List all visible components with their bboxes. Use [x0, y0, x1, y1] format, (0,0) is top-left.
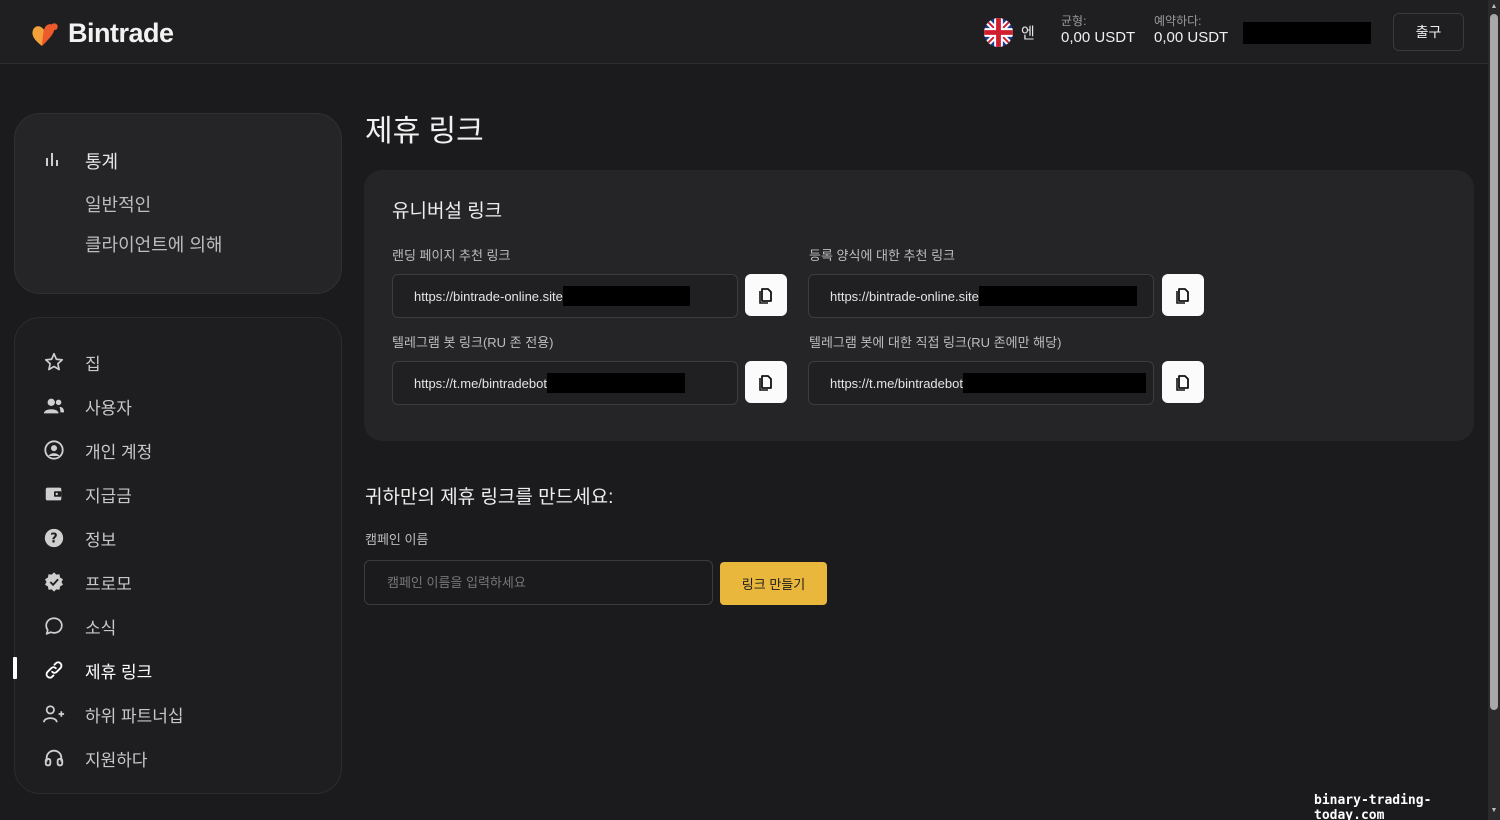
link-text: https://bintrade-online.site: [830, 288, 979, 304]
sidebar-item-label: 지급금: [85, 486, 132, 506]
sidebar-item-promo[interactable]: 프로모: [41, 569, 132, 595]
copy-icon: [759, 288, 772, 304]
navigation-card: 집 사용자 개인 계정 지급금 ? 정보 프로모 소식 제휴 링크 하위 파트너…: [14, 317, 342, 794]
page-title: 제휴 링크: [365, 115, 484, 148]
universal-links-title: 유니버설 링크: [392, 201, 503, 222]
logo[interactable]: Bintrade: [30, 18, 174, 49]
sidebar-item-label: 집: [85, 354, 101, 374]
registration-link-field[interactable]: https://bintrade-online.site: [808, 274, 1154, 318]
redacted-value: [962, 373, 1146, 393]
copy-icon: [1176, 375, 1189, 391]
sidebar-item-label: 소식: [85, 618, 117, 638]
link-text: https://t.me/bintradebot: [830, 375, 963, 391]
bar-chart-icon: [43, 150, 61, 173]
sidebar-item-label: 지원하다: [85, 750, 148, 770]
redacted-value: [546, 373, 685, 393]
badge-check-icon: [41, 571, 67, 593]
redacted-account: [1243, 22, 1371, 44]
copy-button[interactable]: [1162, 361, 1204, 403]
user-circle-icon: [41, 439, 67, 461]
registration-link-label: 등록 양식에 대한 추천 링크: [809, 248, 956, 263]
sidebar-item-info[interactable]: ? 정보: [41, 525, 116, 551]
copy-button[interactable]: [1162, 274, 1204, 316]
campaign-name-input[interactable]: [364, 560, 713, 605]
reserve: 예약하다: 0,00 USDT: [1154, 14, 1228, 48]
active-indicator: [13, 657, 17, 679]
star-icon: [41, 351, 67, 373]
sidebar-item-sub-partnership[interactable]: 하위 파트너십: [41, 701, 184, 727]
sidebar-item-payouts[interactable]: 지급금: [41, 481, 132, 507]
logout-button[interactable]: 출구: [1393, 13, 1464, 51]
chat-bubble-icon: [41, 615, 67, 637]
help-icon: ?: [41, 527, 67, 549]
universal-links-panel: 유니버설 링크 랜딩 페이지 추천 링크 https://bintrade-on…: [364, 170, 1474, 441]
sidebar-item-label: 제휴 링크: [85, 662, 153, 682]
sidebar-item-label: 하위 파트너십: [85, 706, 184, 726]
top-header: Bintrade 엔 균형: 0,00 USDT 예약하다: 0,00 USDT…: [0, 0, 1488, 64]
wallet-icon: [41, 483, 67, 505]
link-text: https://t.me/bintradebot: [414, 375, 547, 391]
redacted-value: [562, 286, 690, 306]
balance: 균형: 0,00 USDT: [1061, 14, 1135, 48]
sidebar-item-label: 프로모: [85, 574, 132, 594]
sidebar-item-account[interactable]: 개인 계정: [41, 437, 152, 463]
telegram-bot-link-field[interactable]: https://t.me/bintradebot: [392, 361, 738, 405]
sidebar-item-label: 개인 계정: [85, 442, 153, 462]
link-icon: [41, 659, 67, 681]
watermark: binary-trading-today.com: [1314, 793, 1432, 820]
telegram-bot-link-label: 텔레그램 봇 링크(RU 존 전용): [392, 335, 554, 350]
redacted-value: [978, 286, 1137, 306]
scrollbar-thumb[interactable]: [1490, 14, 1498, 710]
language-label: 엔: [1021, 25, 1035, 42]
sidebar-item-home[interactable]: 집: [41, 349, 101, 375]
logo-text: Bintrade: [68, 18, 174, 48]
copy-icon: [759, 375, 772, 391]
statistics-card: 통계 일반적인 클라이언트에 의해: [14, 113, 342, 294]
sidebar-item-news[interactable]: 소식: [41, 613, 116, 639]
reserve-value: 0,00 USDT: [1154, 29, 1229, 46]
link-text: https://bintrade-online.site: [414, 288, 563, 304]
campaign-name-label: 캠페인 이름: [365, 532, 429, 547]
telegram-direct-link-label: 텔레그램 봇에 대한 직접 링크(RU 존에만 해당): [809, 335, 1062, 350]
create-link-title: 귀하만의 제휴 링크를 만드세요:: [365, 487, 614, 508]
balance-value: 0,00 USDT: [1061, 29, 1136, 46]
language-selector[interactable]: 엔: [984, 18, 1035, 47]
uk-flag-icon: [984, 18, 1013, 47]
statistics-title: 통계: [85, 152, 119, 172]
copy-button[interactable]: [745, 274, 787, 316]
svg-text:?: ?: [50, 532, 57, 547]
statistics-header[interactable]: 통계: [43, 148, 118, 174]
stats-general-link[interactable]: 일반적인: [85, 191, 151, 217]
scroll-up-icon[interactable]: ▲: [1489, 2, 1499, 12]
balance-label: 균형:: [1061, 14, 1087, 28]
sidebar-item-affiliate-links[interactable]: 제휴 링크: [41, 657, 152, 683]
sidebar-item-label: 정보: [85, 530, 117, 550]
landing-link-label: 랜딩 페이지 추천 링크: [392, 248, 511, 263]
users-icon: [41, 395, 67, 417]
copy-button[interactable]: [745, 361, 787, 403]
stats-by-client-link[interactable]: 클라이언트에 의해: [85, 231, 222, 257]
sidebar-item-support[interactable]: 지원하다: [41, 745, 148, 771]
headset-icon: [41, 747, 67, 769]
reserve-label: 예약하다:: [1154, 14, 1202, 28]
logo-icon: [30, 20, 60, 48]
landing-link-field[interactable]: https://bintrade-online.site: [392, 274, 738, 318]
user-plus-icon: [41, 703, 67, 725]
create-link-button[interactable]: 링크 만들기: [720, 562, 827, 605]
sidebar-item-users[interactable]: 사용자: [41, 393, 132, 419]
sidebar-item-label: 사용자: [85, 398, 132, 418]
telegram-direct-link-field[interactable]: https://t.me/bintradebot: [808, 361, 1154, 405]
copy-icon: [1176, 288, 1189, 304]
